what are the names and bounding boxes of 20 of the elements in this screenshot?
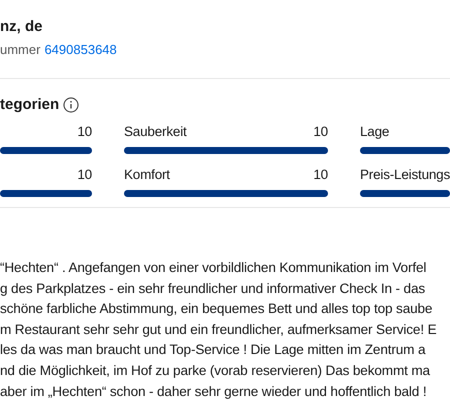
number-label: ummer xyxy=(0,42,40,58)
section-title: tegorien xyxy=(0,94,60,115)
category-label: Lage xyxy=(360,123,390,141)
review-text-line: les da was man braucht und Top-Service ! Die Lage mitten im Zentrum a xyxy=(0,342,426,358)
category-score: 10 xyxy=(313,166,328,184)
review-text-line: schöne farbliche Abstimmung, ein bequemes Bett und alles top top saube xyxy=(0,301,432,316)
category-label: Komfort xyxy=(124,166,170,184)
category-score: 10 xyxy=(77,123,92,141)
review-text-line: m Restaurant sehr sehr gut und ein freundlicher, aufmerksamer Service! E xyxy=(0,322,436,337)
category-label: Preis-Leistungs xyxy=(360,166,450,184)
review-text-line: “Hechten“ . Angefangen von einer vorbildlichen Kommunikation im Vorfel xyxy=(0,260,426,275)
property-title: nz, de xyxy=(0,18,44,36)
category-label: Sauberkeit xyxy=(124,123,187,141)
review-text-line: nd die Möglichkeit, im Hof zu parke (vorab reservieren) Das bekommt ma xyxy=(0,362,430,378)
review-text-line: g des Parkplatzes - ein sehr freundlicher und informativer Check In - das xyxy=(0,280,426,296)
info-icon[interactable] xyxy=(63,97,80,113)
number-link[interactable]: 6490853648 xyxy=(44,42,117,58)
category-score: 10 xyxy=(313,123,328,141)
category-score: 10 xyxy=(77,166,92,184)
review-text-line: aber im „Hechten“ schon - daher sehr gerne wieder und hoffentlich bald ! xyxy=(0,384,426,399)
